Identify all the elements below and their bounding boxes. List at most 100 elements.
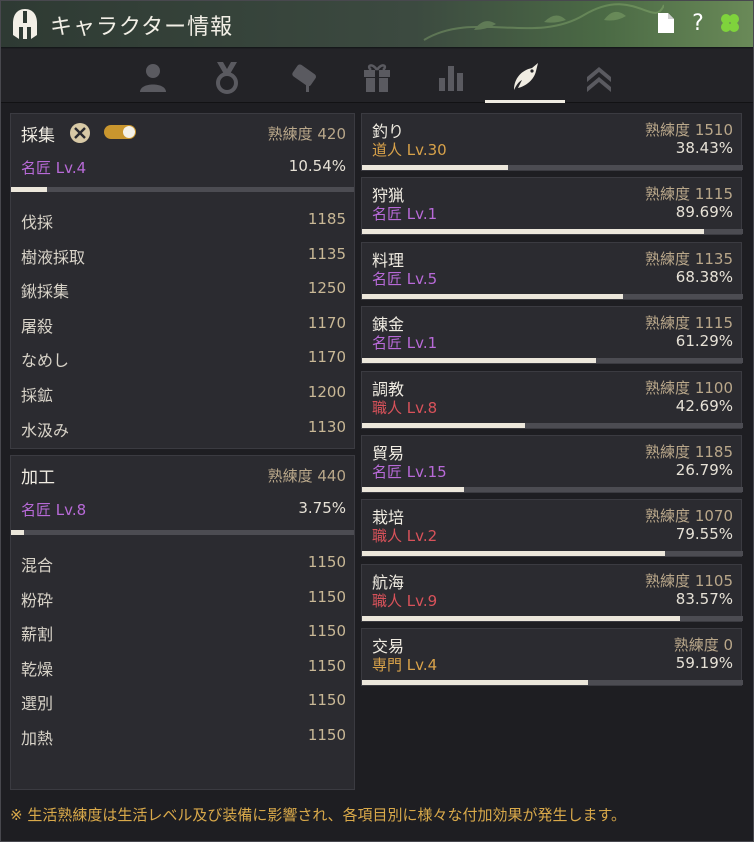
- sub-skill-value: 1150: [307, 726, 346, 744]
- gathering-grade: 名匠 Lv.4: [21, 159, 87, 177]
- skill-card[interactable]: 調教 熟練度 1100 職人 Lv.8 42.69%: [361, 370, 743, 429]
- processing-grade: 名匠 Lv.8: [21, 501, 87, 519]
- skill-progress-fill: [362, 358, 596, 364]
- skill-progress-bar: [362, 165, 743, 170]
- skill-grade: 専門 Lv.4: [372, 656, 438, 675]
- sub-skill-name: 加熱: [21, 729, 54, 748]
- skill-grade: 道人 Lv.30: [372, 141, 447, 159]
- skill-percent: 38.43%: [675, 139, 733, 157]
- skill-progress-fill: [362, 680, 588, 686]
- skill-card[interactable]: 錬金 熟練度 1115 名匠 Lv.1 61.29%: [361, 306, 743, 365]
- skill-grade: 名匠 Lv.15: [372, 463, 447, 481]
- skill-card[interactable]: 交易 熟練度 0 専門 Lv.4 59.19%: [361, 628, 743, 687]
- gathering-toggle[interactable]: [104, 125, 136, 139]
- sub-skill-name: 鍬採集: [21, 282, 70, 302]
- skill-grade: 名匠 Lv.5: [372, 269, 438, 288]
- skill-progress-bar: [362, 293, 743, 299]
- tab-profile[interactable]: [113, 55, 193, 99]
- sub-skill-value: 1150: [307, 656, 346, 675]
- sub-skill-name: 薪割: [21, 625, 54, 645]
- sub-skill-name: 混合: [21, 556, 54, 575]
- processing-title: 加工: [21, 468, 55, 488]
- skill-progress-fill: [362, 293, 623, 299]
- sub-skill-value: 1250: [307, 279, 346, 298]
- pickaxe-icon: [70, 123, 90, 143]
- title-actions: ?: [654, 11, 742, 36]
- skill-progress-bar: [362, 680, 743, 686]
- tab-quest[interactable]: [263, 55, 343, 99]
- skill-progress-bar: [362, 229, 743, 235]
- sub-skill-value: 1150: [307, 553, 346, 571]
- sub-skill-name: 採鉱: [21, 386, 54, 405]
- processing-progress-bar: [11, 530, 354, 535]
- skill-progress-fill: [362, 422, 525, 428]
- skill-progress-bar: [362, 551, 743, 557]
- sub-skill-value: 1170: [307, 313, 346, 332]
- tab-bar: [0, 49, 754, 103]
- tab-life[interactable]: [485, 55, 565, 103]
- skill-jukuren: 熟練度 1185: [645, 443, 733, 461]
- skill-percent: 61.29%: [675, 332, 733, 351]
- help-icon[interactable]: ?: [686, 11, 710, 36]
- skill-percent: 59.19%: [675, 654, 733, 673]
- sub-skill-value: 1130: [307, 417, 346, 436]
- sub-skill-name: 乾燥: [21, 659, 54, 679]
- skill-percent: 42.69%: [675, 396, 733, 415]
- skill-progress-bar: [362, 422, 743, 428]
- bar-chart-icon: [439, 66, 463, 91]
- processing-jukuren: 熟練度 440: [267, 467, 346, 485]
- tab-stats[interactable]: [411, 55, 491, 99]
- skill-percent: 83.57%: [675, 589, 733, 608]
- sub-skill-name: 伐採: [21, 213, 54, 232]
- skill-progress-fill: [362, 551, 666, 557]
- gathering-progress-bar: [11, 187, 354, 192]
- skill-jukuren: 熟練度 0: [673, 636, 733, 655]
- skill-card[interactable]: 航海 熟練度 1105 職人 Lv.9 83.57%: [361, 563, 743, 622]
- skill-progress-fill: [362, 487, 465, 492]
- sub-skill-value: 1150: [307, 691, 346, 710]
- skill-card[interactable]: 栽培 熟練度 1070 職人 Lv.2 79.55%: [361, 499, 743, 558]
- skill-jukuren: 熟練度 1100: [645, 378, 733, 397]
- sub-skill-value: 1185: [307, 210, 346, 228]
- sub-skill-value: 1170: [307, 348, 346, 367]
- sub-skill-name: なめし: [21, 351, 70, 371]
- skill-grade: 職人 Lv.8: [372, 398, 438, 417]
- tab-medal[interactable]: [187, 55, 267, 99]
- skill-progress-bar: [362, 358, 743, 364]
- medal-icon: [216, 62, 238, 94]
- skill-progress-bar: [362, 487, 743, 492]
- sub-skill-name: 粉砕: [21, 590, 54, 610]
- clover-icon[interactable]: [718, 11, 742, 35]
- skill-jukuren: 熟練度 1510: [645, 121, 733, 139]
- gift-icon: [364, 64, 390, 92]
- tab-rank[interactable]: [559, 55, 639, 99]
- skill-card[interactable]: 料理 熟練度 1135 名匠 Lv.5 68.38%: [361, 241, 743, 300]
- skill-percent: 79.55%: [675, 525, 733, 544]
- skill-card[interactable]: 貿易 熟練度 1185 名匠 Lv.15 26.79%: [361, 435, 743, 493]
- leaf-decoration: [423, 3, 664, 41]
- sub-skill-value: 1150: [307, 622, 346, 641]
- window-title: キャラクター情報: [50, 15, 234, 40]
- person-icon: [140, 64, 166, 92]
- gathering-progress-fill: [11, 187, 48, 192]
- gathering-panel: 採集 熟練度 420 名匠 Lv.4 10.54% 伐採 1185 樹液採取 1135…: [10, 113, 355, 449]
- skill-percent: 26.79%: [675, 461, 733, 479]
- tab-gift[interactable]: [337, 55, 417, 99]
- skill-grade: 名匠 Lv.1: [372, 334, 438, 353]
- sub-skill-name: 選別: [21, 694, 54, 714]
- processing-progress-fill: [11, 530, 24, 535]
- sub-skill-value: 1135: [307, 244, 346, 263]
- gathering-jukuren: 熟練度 420: [267, 125, 346, 143]
- processing-panel: 加工 熟練度 440 名匠 Lv.8 3.75% 混合 1150 粉砕 1150 薪割 1…: [10, 455, 355, 790]
- processing-percent: 3.75%: [298, 499, 346, 517]
- skill-card[interactable]: 釣り 熟練度 1510 道人 Lv.30 38.43%: [361, 113, 743, 171]
- skill-card[interactable]: 狩猟 熟練度 1115 名匠 Lv.1 89.69%: [361, 177, 743, 236]
- skill-progress-fill: [362, 165, 509, 170]
- skill-percent: 89.69%: [675, 203, 733, 222]
- sub-skill-name: 樹液採取: [21, 247, 86, 267]
- skill-percent: 68.38%: [675, 267, 733, 286]
- chevrons-up-icon: [587, 67, 611, 92]
- skill-grade: 職人 Lv.2: [372, 527, 438, 546]
- gathering-title: 採集: [21, 126, 55, 146]
- document-icon[interactable]: [654, 11, 678, 35]
